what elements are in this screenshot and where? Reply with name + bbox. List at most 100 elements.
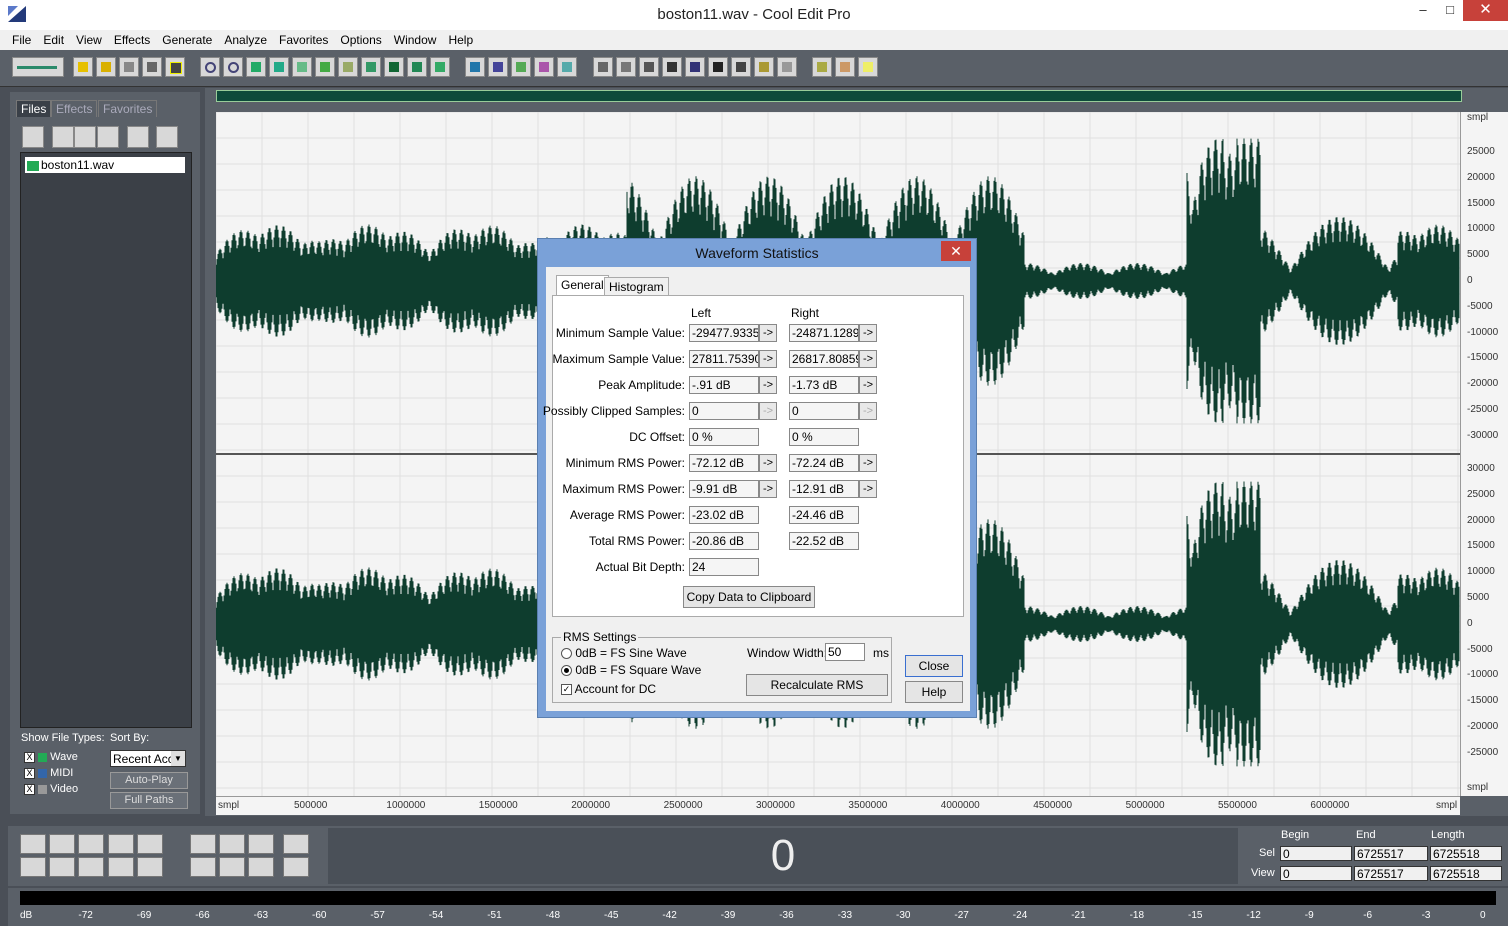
go-to-right-arrow-button[interactable]: -> — [859, 324, 877, 342]
open-file-icon[interactable] — [96, 57, 116, 77]
tab-effects[interactable]: Effects — [51, 100, 98, 117]
zoom-in-vertical-icon[interactable] — [283, 834, 309, 854]
frequency-analysis-icon[interactable] — [754, 57, 774, 77]
menu-file[interactable]: File — [6, 30, 37, 50]
close-button[interactable]: ✕ — [1463, 0, 1508, 21]
status-bar-icon[interactable] — [777, 57, 797, 77]
go-to-left-arrow-button[interactable]: -> — [759, 350, 777, 368]
new-file-icon[interactable] — [73, 57, 93, 77]
mix-paste-icon[interactable] — [384, 57, 404, 77]
tab-files[interactable]: Files — [16, 100, 52, 117]
copy-data-button[interactable]: Copy Data to Clipboard — [683, 586, 815, 608]
play-list-icon[interactable] — [639, 57, 659, 77]
save-as-icon[interactable] — [142, 57, 162, 77]
paste-icon[interactable] — [338, 57, 358, 77]
zoom-full-icon[interactable] — [248, 834, 274, 854]
copy-to-new-icon[interactable] — [292, 57, 312, 77]
edit-file-icon[interactable] — [97, 126, 119, 148]
save-icon[interactable] — [119, 57, 139, 77]
record-icon[interactable] — [137, 857, 163, 877]
menu-view[interactable]: View — [70, 30, 108, 50]
menu-options[interactable]: Options — [334, 30, 387, 50]
fast-forward-icon[interactable] — [78, 857, 104, 877]
tab-general[interactable]: General — [556, 275, 609, 296]
repeat-last-icon[interactable] — [246, 57, 266, 77]
play-icon[interactable] — [49, 834, 75, 854]
go-to-end-icon[interactable] — [108, 857, 134, 877]
spectral-view-icon[interactable] — [465, 57, 485, 77]
account-dc-checkbox[interactable]: ✓ Account for DC — [561, 682, 656, 696]
menu-edit[interactable]: Edit — [37, 30, 70, 50]
go-to-left-arrow-button[interactable]: -> — [759, 324, 777, 342]
zoom-selection-icon[interactable] — [248, 857, 274, 877]
zoom-toolbar-icon[interactable] — [685, 57, 705, 77]
menu-window[interactable]: Window — [388, 30, 443, 50]
undo-icon[interactable] — [200, 57, 220, 77]
maximize-button[interactable]: □ — [1437, 0, 1463, 21]
tab-favorites[interactable]: Favorites — [98, 100, 158, 117]
chevron-down-icon[interactable]: ▼ — [171, 751, 185, 766]
go-to-left-arrow-button[interactable]: -> — [759, 402, 777, 420]
file-type-video[interactable]: X Video — [24, 783, 78, 795]
menu-effects[interactable]: Effects — [108, 30, 156, 50]
recalculate-rms-button[interactable]: Recalculate RMS — [746, 674, 888, 696]
file-type-wave[interactable]: X Wave — [24, 751, 78, 763]
go-to-right-arrow-button[interactable]: -> — [859, 480, 877, 498]
menu-favorites[interactable]: Favorites — [273, 30, 334, 50]
list-item[interactable]: boston11.wav — [25, 157, 185, 173]
settings-icon[interactable] — [835, 57, 855, 77]
waveform-view-icon[interactable] — [488, 57, 508, 77]
zoom-to-right-icon[interactable] — [219, 857, 245, 877]
help-button[interactable]: Help — [905, 681, 963, 703]
help-icon[interactable] — [858, 57, 878, 77]
sort-by-select[interactable]: Recent Acc ▼ — [110, 750, 186, 767]
stop-icon[interactable] — [20, 834, 46, 854]
level-meter-icon[interactable] — [731, 57, 751, 77]
rewind-icon[interactable] — [49, 857, 75, 877]
pause-icon[interactable] — [78, 834, 104, 854]
copy-icon[interactable] — [269, 57, 289, 77]
view-begin-field[interactable]: 0 — [1280, 866, 1352, 881]
zoom-to-left-icon[interactable] — [190, 857, 216, 877]
close-file-icon[interactable] — [52, 126, 74, 148]
zoom-out-vertical-icon[interactable] — [283, 857, 309, 877]
view-length-field[interactable]: 6725518 — [1430, 866, 1502, 881]
go-to-start-icon[interactable] — [20, 857, 46, 877]
zoom-out-icon[interactable] — [219, 834, 245, 854]
time-display-icon[interactable] — [708, 57, 728, 77]
minimize-button[interactable]: – — [1410, 0, 1436, 21]
file-type-midi[interactable]: X MIDI — [24, 767, 73, 779]
go-to-right-arrow-button[interactable]: -> — [859, 350, 877, 368]
help-icon[interactable] — [156, 126, 178, 148]
window-toggle-icon[interactable] — [593, 57, 613, 77]
menu-help[interactable]: Help — [442, 30, 479, 50]
overview-bar[interactable] — [216, 90, 1462, 102]
auto-play-button[interactable]: Auto-Play — [110, 772, 188, 789]
paste-to-new-icon[interactable] — [361, 57, 381, 77]
close-dialog-button[interactable]: Close — [905, 655, 963, 677]
cut-icon[interactable] — [315, 57, 335, 77]
open-file-icon[interactable] — [22, 126, 44, 148]
sel-end-field[interactable]: 6725517 — [1354, 846, 1428, 861]
sel-length-field[interactable]: 6725518 — [1430, 846, 1502, 861]
go-to-right-arrow-button[interactable]: -> — [859, 376, 877, 394]
file-options-icon[interactable] — [127, 126, 149, 148]
edit-both-channels-icon[interactable] — [557, 57, 577, 77]
tab-histogram[interactable]: Histogram — [604, 277, 669, 296]
multitrack-toggle-icon[interactable] — [12, 57, 64, 77]
menu-analyze[interactable]: Analyze — [218, 30, 273, 50]
scripts-icon[interactable] — [812, 57, 832, 77]
insert-into-multitrack-icon[interactable] — [74, 126, 96, 148]
square-wave-radio[interactable]: 0dB = FS Square Wave — [561, 663, 701, 677]
go-to-right-arrow-button[interactable]: -> — [859, 402, 877, 420]
play-to-end-icon[interactable] — [108, 834, 134, 854]
go-to-right-arrow-button[interactable]: -> — [859, 454, 877, 472]
window-width-input[interactable]: 50 — [825, 643, 865, 661]
sel-begin-field[interactable]: 0 — [1280, 846, 1352, 861]
delete-silence-icon[interactable] — [430, 57, 450, 77]
redo-icon[interactable] — [223, 57, 243, 77]
cue-list-icon[interactable] — [616, 57, 636, 77]
play-toolbar-icon[interactable] — [662, 57, 682, 77]
save-selection-icon[interactable] — [165, 57, 185, 77]
full-paths-button[interactable]: Full Paths — [110, 792, 188, 809]
